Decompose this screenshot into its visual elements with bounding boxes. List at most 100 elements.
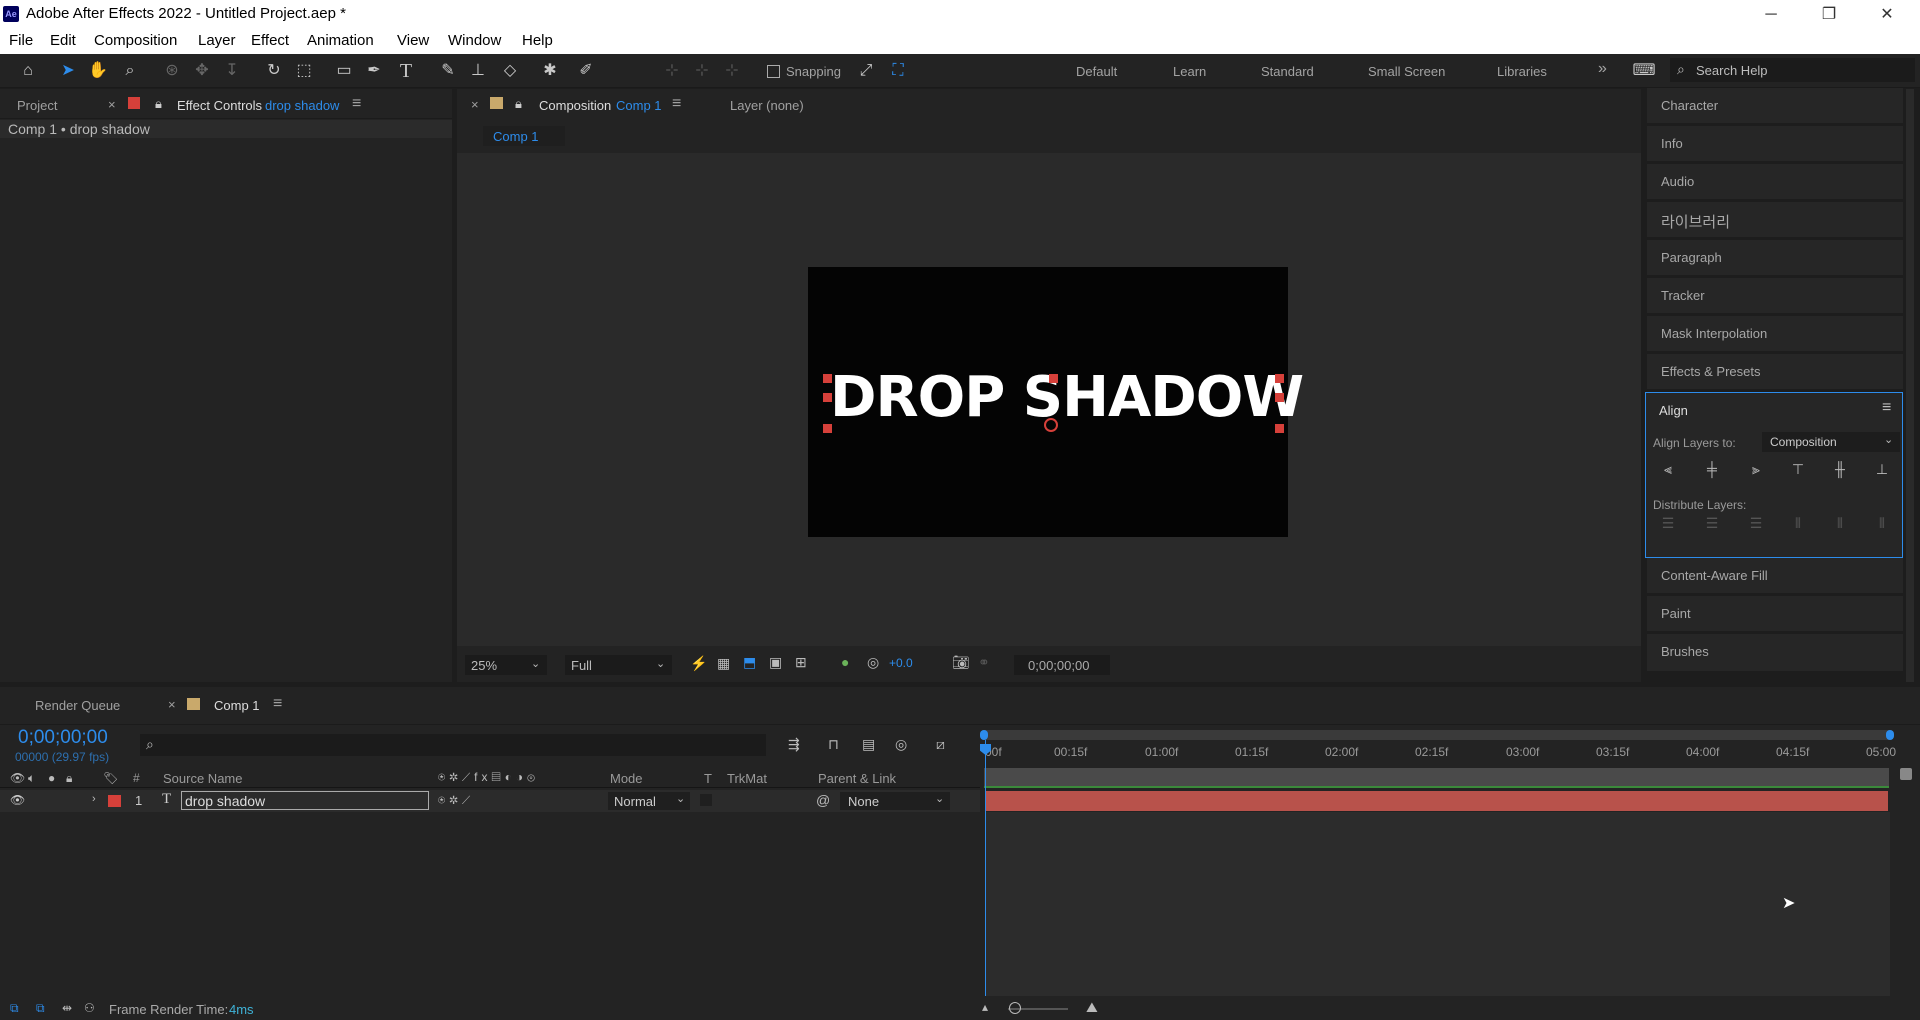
chevron-right-icon[interactable]: › [92, 793, 96, 805]
distribute-right-icon[interactable]: ⦀ [1871, 515, 1893, 537]
preserve-transparency-checkbox[interactable] [700, 794, 712, 806]
audio-icon[interactable]: 🔈︎ [28, 771, 35, 786]
panel-menu-icon[interactable]: ≡ [672, 95, 681, 113]
panel-brushes[interactable]: Brushes [1647, 634, 1903, 672]
transform-handle[interactable] [1049, 374, 1058, 383]
transform-handle[interactable] [823, 393, 832, 402]
clone-stamp-tool-icon[interactable]: ⊥ [466, 60, 490, 82]
transform-handle[interactable] [1275, 424, 1284, 433]
close-button[interactable]: ✕ [1858, 0, 1916, 29]
align-top-icon[interactable]: ⊤ [1787, 461, 1809, 483]
align-right-icon[interactable]: ⫸ [1745, 461, 1767, 483]
canvas-text-layer[interactable]: DROP SHADOW [830, 365, 1304, 430]
snapshot-camera-icon[interactable]: 📷︎ [952, 654, 970, 671]
layer-switches-toggle-icon[interactable]: ⧉ [10, 1001, 19, 1016]
mask-visibility-icon[interactable]: ⬒ [743, 654, 756, 671]
channel-icon[interactable]: ● [841, 654, 849, 670]
search-help-field[interactable]: ⌕ Search Help [1670, 58, 1915, 82]
workspace-libraries[interactable]: Libraries [1497, 64, 1547, 79]
column-source-name[interactable]: Source Name [163, 771, 242, 786]
transparency-grid-icon[interactable]: ▦ [717, 655, 730, 672]
lock-icon[interactable]: 🔒︎ [155, 96, 162, 112]
distribute-top-icon[interactable]: ☰ [1657, 515, 1679, 537]
snapping-checkbox[interactable] [767, 65, 780, 78]
switches-header-icons[interactable]: ⍟✲⟋fx▤◐◑⊚ [438, 770, 539, 785]
table-row[interactable]: 👁︎ › 1 T drop shadow ⍟✲⟋ Normal ⌄ @ None… [0, 790, 980, 812]
hand-tool-icon[interactable]: ✋ [86, 60, 110, 82]
roto-brush-tool-icon[interactable]: ✱ [538, 60, 562, 82]
tab-layer[interactable]: Layer (none) [730, 98, 804, 113]
eye-icon[interactable]: 👁︎ [10, 793, 25, 807]
type-tool-icon[interactable]: T [394, 60, 418, 82]
tab-effect-controls[interactable]: Effect Controls [177, 98, 262, 113]
timeline-search-input[interactable]: ⌕ [140, 734, 766, 756]
resolution-dropdown[interactable]: Full ⌄ [565, 655, 672, 675]
panel-tracker[interactable]: Tracker [1647, 278, 1903, 314]
panel-paint[interactable]: Paint [1647, 596, 1903, 632]
panel-menu-icon[interactable]: ≡ [273, 695, 282, 713]
menu-animation[interactable]: Animation [307, 32, 374, 49]
transfer-controls-toggle-icon[interactable]: ⧉ [36, 1001, 45, 1016]
menu-composition[interactable]: Composition [94, 32, 177, 49]
timeline-track-area[interactable] [986, 812, 1890, 996]
zoom-slider-thumb[interactable] [1009, 1002, 1021, 1014]
align-bottom-icon[interactable]: ⊥ [1871, 461, 1893, 483]
zoom-in-icon[interactable]: ⛰ [1086, 999, 1098, 1016]
panel-content-aware-fill[interactable]: Content-Aware Fill [1647, 558, 1903, 594]
workspace-default[interactable]: Default [1076, 64, 1117, 79]
comp-mini-flowchart-icon[interactable]: ⇶ [788, 736, 800, 753]
panel-menu-icon[interactable]: ≡ [352, 95, 361, 113]
grid-guides-icon[interactable]: ⊞ [795, 654, 807, 671]
puppet-pin-tool-icon[interactable]: ✐ [574, 60, 598, 82]
transform-handle[interactable] [823, 374, 832, 383]
zoom-dropdown[interactable]: 25% ⌄ [465, 655, 547, 675]
tab-close-icon[interactable]: × [108, 97, 116, 112]
tab-composition-name[interactable]: Comp 1 [616, 98, 662, 113]
workspace-small-screen[interactable]: Small Screen [1368, 64, 1445, 79]
work-area-end-handle[interactable] [1886, 730, 1894, 740]
region-of-interest-icon[interactable]: ▣ [769, 654, 782, 671]
restore-button[interactable]: ❐ [1800, 0, 1858, 29]
anchor-point-icon[interactable] [1044, 418, 1058, 432]
panel-info[interactable]: Info [1647, 126, 1903, 162]
distribute-left-icon[interactable]: ⦀ [1787, 515, 1809, 537]
panel-mask-interpolation[interactable]: Mask Interpolation [1647, 316, 1903, 352]
work-area-bar[interactable] [980, 730, 1894, 740]
comp-viewer[interactable]: DROP SHADOW [457, 153, 1641, 646]
eraser-tool-icon[interactable]: ◇ [498, 60, 522, 82]
tab-project[interactable]: Project [17, 98, 57, 113]
distribute-vertical-center-icon[interactable]: ☰ [1701, 515, 1723, 537]
home-icon[interactable]: ⌂ [16, 60, 40, 82]
layer-label-color[interactable] [108, 795, 121, 807]
graph-editor-icon[interactable]: ⧄ [936, 736, 945, 753]
exposure-value[interactable]: +0.0 [889, 656, 913, 670]
fast-previews-icon[interactable]: ⚡ [690, 655, 707, 672]
tab-close-icon[interactable]: × [168, 697, 176, 712]
selection-tool-icon[interactable]: ➤ [56, 60, 80, 82]
align-horizontal-center-icon[interactable]: ╪ [1701, 461, 1723, 483]
label-tag-icon[interactable]: 🏷︎ [103, 771, 118, 785]
pen-tool-icon[interactable]: ✒ [362, 60, 386, 82]
timeline-current-time[interactable]: 0;00;00;00 [18, 727, 108, 749]
transform-handle[interactable] [823, 424, 832, 433]
lock-icon[interactable]: 🔒︎ [66, 771, 72, 786]
comp-marker-bin-icon[interactable] [1900, 768, 1912, 780]
rotate-tool-icon[interactable]: ↻ [262, 60, 286, 82]
right-panel-scrollbar[interactable] [1906, 89, 1914, 682]
color-management-icon[interactable]: ◎ [867, 654, 879, 671]
layer-switches-icons[interactable]: ⍟✲⟋ [438, 793, 474, 808]
snap-features-icon[interactable]: ⛶ [886, 60, 910, 82]
comp-flowchart-tab[interactable]: Comp 1 [483, 126, 565, 146]
menu-view[interactable]: View [397, 32, 429, 49]
transform-handle[interactable] [1275, 393, 1284, 402]
pick-whip-icon[interactable]: @ [816, 792, 830, 808]
comp-canvas[interactable]: DROP SHADOW [808, 267, 1304, 537]
show-snapshot-icon[interactable]: ⚭ [978, 654, 990, 671]
menu-layer[interactable]: Layer [198, 32, 236, 49]
solo-icon[interactable]: ● [48, 771, 55, 785]
distribute-bottom-icon[interactable]: ☰ [1745, 515, 1767, 537]
align-layers-to-dropdown[interactable]: Composition ⌄ [1762, 432, 1900, 452]
rectangle-tool-icon[interactable]: ▭ [332, 60, 356, 82]
workspace-learn[interactable]: Learn [1173, 64, 1206, 79]
local-axis-icon[interactable]: ⊹ [660, 60, 684, 82]
